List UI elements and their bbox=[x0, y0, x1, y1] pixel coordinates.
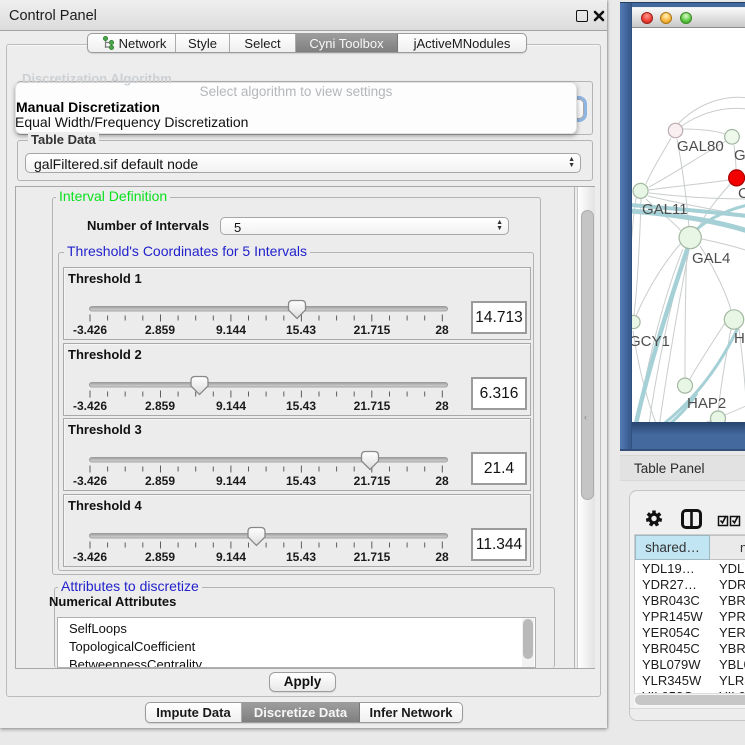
svg-text:GCY1: GCY1 bbox=[632, 333, 670, 350]
svg-text:H: H bbox=[734, 330, 745, 347]
svg-text:C: C bbox=[738, 185, 745, 202]
svg-text:GAL...: GAL... bbox=[734, 147, 745, 164]
svg-text:GAL4: GAL4 bbox=[692, 250, 730, 267]
svg-text:GAL11: GAL11 bbox=[642, 201, 688, 218]
svg-text:GAL80: GAL80 bbox=[677, 138, 724, 155]
svg-text:HAP2: HAP2 bbox=[687, 395, 726, 412]
